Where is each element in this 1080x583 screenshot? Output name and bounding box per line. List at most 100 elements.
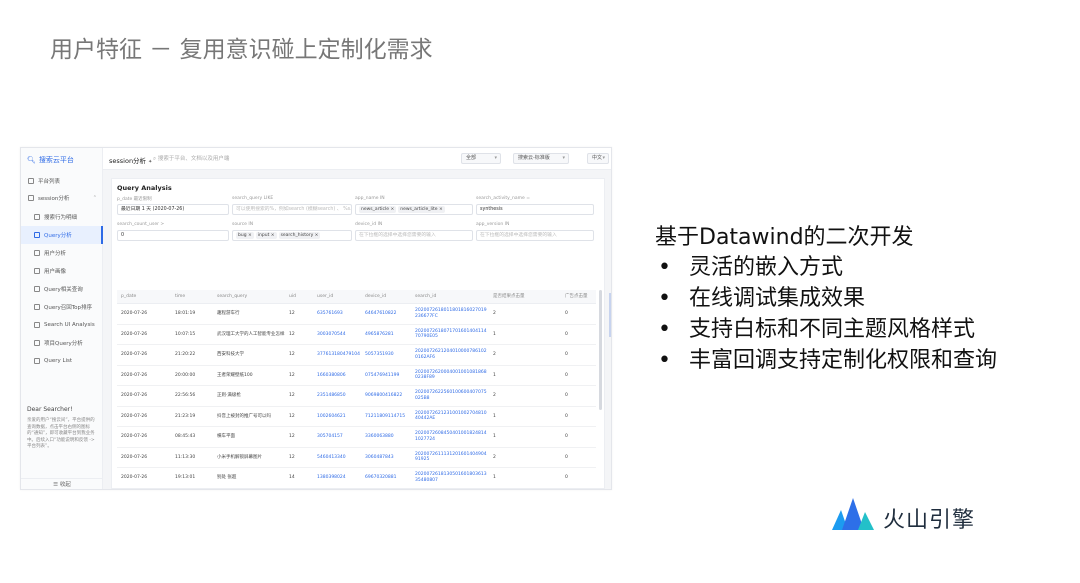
table-cell: 2020-07-26 xyxy=(121,352,148,357)
table-cell[interactable]: 2020072622560100600407075025B8 xyxy=(415,386,489,406)
table-row[interactable]: 2020-07-26 19:13:01 别处 张超 14 1380398024 69670… xyxy=(117,468,596,488)
table-cell[interactable]: 2020072618011801816027019236677FC xyxy=(415,304,489,324)
global-search-input[interactable]: ⌕ 搜索于平台、文档以及用户端 xyxy=(153,154,229,163)
table-cell: 11:13:30 xyxy=(175,454,196,460)
table-cell[interactable]: 305704157 xyxy=(317,427,361,447)
table-cell[interactable]: 2351486850 xyxy=(317,386,361,406)
sidebar-item[interactable]: Query召回Top排序 xyxy=(21,298,103,316)
table-row[interactable]: 2020-07-26 21:20:22 西安科技大学 12 37761318047910… xyxy=(117,345,596,366)
table-cell[interactable]: 202007261113120160140490491925 xyxy=(415,448,489,468)
column-header[interactable]: user_id xyxy=(317,290,361,303)
table-row[interactable]: 2020-07-26 18:01:19 趣程游车行 12 635761693 646476… xyxy=(117,304,596,325)
feature-text: 丰富回调支持定制化权限和查询 xyxy=(689,348,998,373)
filter-input[interactable]: 最近日期 1 天 (2020-07-26) xyxy=(117,204,229,215)
table-cell[interactable]: 20200726200040010010818680238F89 xyxy=(415,366,489,386)
menu-icon xyxy=(34,304,40,310)
column-header[interactable]: time xyxy=(175,290,215,303)
filter-chip[interactable]: input × xyxy=(255,232,277,239)
feature-item: • 丰富回调支持定制化权限和查询 xyxy=(655,345,997,376)
table-cell[interactable]: 5460413340 xyxy=(317,448,361,468)
table-cell[interactable]: 9069800416822 xyxy=(365,386,411,406)
table-cell: 18:01:19 xyxy=(175,311,196,316)
sidebar-item[interactable]: 项目Query分析 xyxy=(21,334,103,352)
filter-input[interactable]: 可以使用搜索的%，例如search (模糊search) 、 %s... xyxy=(232,204,352,215)
chevron-up-icon: ⌃ xyxy=(92,195,97,201)
table-cell[interactable]: 202007261813050160180361335480807 xyxy=(415,468,489,488)
table-cell: 19:13:01 xyxy=(175,475,196,480)
sidebar-item[interactable]: Query分析 xyxy=(21,226,103,244)
table-cell[interactable]: 377613180479104 xyxy=(317,345,361,365)
column-header[interactable]: 广告点击量 xyxy=(565,290,589,303)
table-cell[interactable]: 635761693 xyxy=(317,304,361,324)
column-header[interactable]: 是否结果点击量 xyxy=(493,290,561,303)
filter-input[interactable]: news_article × news_article_lite × xyxy=(355,204,473,215)
table-cell[interactable]: 20200726084504010018248141027724 xyxy=(415,427,489,447)
sidebar-item[interactable]: 用户分析 xyxy=(21,244,103,262)
table-cell: 2 xyxy=(493,311,496,316)
table-cell: 王者荣耀壁纸100 xyxy=(217,372,253,378)
column-header[interactable]: p_date xyxy=(121,290,171,303)
column-header[interactable]: search_id xyxy=(415,290,489,303)
table-cell[interactable]: 202007262123100100270481040442AE xyxy=(415,407,489,427)
filter-input[interactable]: bug × input × search_history × xyxy=(232,230,352,241)
table-cell[interactable]: 3060487843 xyxy=(365,448,411,468)
table-cell[interactable]: 20200726212040100007861020162AF6 xyxy=(415,345,489,365)
table-cell: 22:56:56 xyxy=(175,393,196,398)
filter-chip[interactable]: search_history × xyxy=(278,232,321,239)
table-cell[interactable]: 69670320881 xyxy=(365,468,411,488)
sidebar-item[interactable]: Search UI Analysis xyxy=(21,316,103,334)
table-cell[interactable]: 075476941199 xyxy=(365,366,411,386)
scope-select[interactable]: 全部 xyxy=(461,153,501,164)
table-cell[interactable]: 3003070544 xyxy=(317,325,361,345)
table-cell: 0 xyxy=(565,331,568,337)
table-row[interactable]: 2020-07-26 10:07:15 武汉理工大学的人工智能专业怎样 12 30030… xyxy=(117,325,596,345)
table-cell[interactable]: 71211809114715 xyxy=(365,407,411,427)
filter-input[interactable]: 在下拉框的选择中选择您需要的输入 xyxy=(355,230,473,241)
table-cell[interactable]: 1660380806 xyxy=(317,366,361,386)
table-cell[interactable]: 4965876281 xyxy=(365,325,411,345)
sidebar-item[interactable]: 用户画像 xyxy=(21,262,103,280)
column-header[interactable]: device_id xyxy=(365,290,411,303)
column-header[interactable]: uid xyxy=(289,290,313,303)
table-cell[interactable]: 202007261807170160140411470790E05 xyxy=(415,325,489,345)
table-row[interactable]: 2020-07-26 20:00:00 王者荣耀壁纸100 12 1660380806 0… xyxy=(117,366,596,386)
edition-select[interactable]: 搜索云-标准版 xyxy=(513,153,569,164)
table-row[interactable]: 2020-07-26 21:23:19 抖音上被封的推广号可以吗 12 10026046… xyxy=(117,407,596,427)
sidebar-item[interactable]: 搜索行为明细 xyxy=(21,208,103,226)
table-row[interactable]: 2020-07-26 11:13:30 小米手机解锁屏幕图片 12 5460413340… xyxy=(117,448,596,468)
table-cell: 武汉理工大学的人工智能专业怎样 xyxy=(217,331,285,337)
sidebar-collapse-button[interactable]: ☰ 收起 xyxy=(21,478,103,489)
filter-chip[interactable]: bug × xyxy=(236,232,254,239)
bullet-symbol: • xyxy=(658,255,671,280)
sidebar-item[interactable]: Query List xyxy=(21,352,103,370)
filter-input[interactable]: synthesis xyxy=(476,204,594,215)
feature-heading: 基于Datawind的二次开发 xyxy=(655,225,914,250)
table-cell: 12 xyxy=(289,311,295,316)
table-cell[interactable]: 1002604621 xyxy=(317,407,361,427)
filter-chip[interactable]: news_article × xyxy=(359,206,397,213)
table-cell[interactable]: 3360063880 xyxy=(365,427,411,447)
table-cell[interactable]: 5057351930 xyxy=(365,345,411,365)
table-scrollbar[interactable] xyxy=(599,290,602,410)
filter-label: app_version IN xyxy=(476,222,510,227)
sidebar-item[interactable]: session分析 ⌃ xyxy=(21,189,103,207)
filter-input[interactable]: 在下拉框的选择中选择您需要的输入 xyxy=(476,230,594,241)
sidebar-item[interactable]: Query相关查询 xyxy=(21,280,103,298)
table-cell[interactable]: 1380398024 xyxy=(317,468,361,488)
table-cell[interactable]: 64647610822 xyxy=(365,304,411,324)
language-select[interactable]: 中文 xyxy=(587,153,609,164)
filter-label: p_date 最近限制 xyxy=(117,197,152,202)
table-cell: 1 xyxy=(493,331,496,337)
column-header[interactable]: search_query xyxy=(217,290,285,303)
table-cell: 14 xyxy=(289,475,295,480)
table-cell: 0 xyxy=(565,372,568,378)
pin-icon[interactable]: ✦ xyxy=(148,159,152,165)
table-row[interactable]: 2020-07-26 08:45:43 横车平面 12 305704157 3360063… xyxy=(117,427,596,448)
filter-chip[interactable]: news_article_lite × xyxy=(398,206,445,213)
table-row[interactable]: 2020-07-26 22:56:56 正则·满级枪 12 2351486850 9069… xyxy=(117,386,596,407)
table-cell: 横车平面 xyxy=(217,434,235,439)
app-logo[interactable]: 🔍︎ 搜索云平台 xyxy=(27,155,74,165)
table-cell: 1 xyxy=(493,413,496,419)
filter-input[interactable]: 0 xyxy=(117,230,229,241)
sidebar-item[interactable]: 平台列表 xyxy=(21,172,103,190)
